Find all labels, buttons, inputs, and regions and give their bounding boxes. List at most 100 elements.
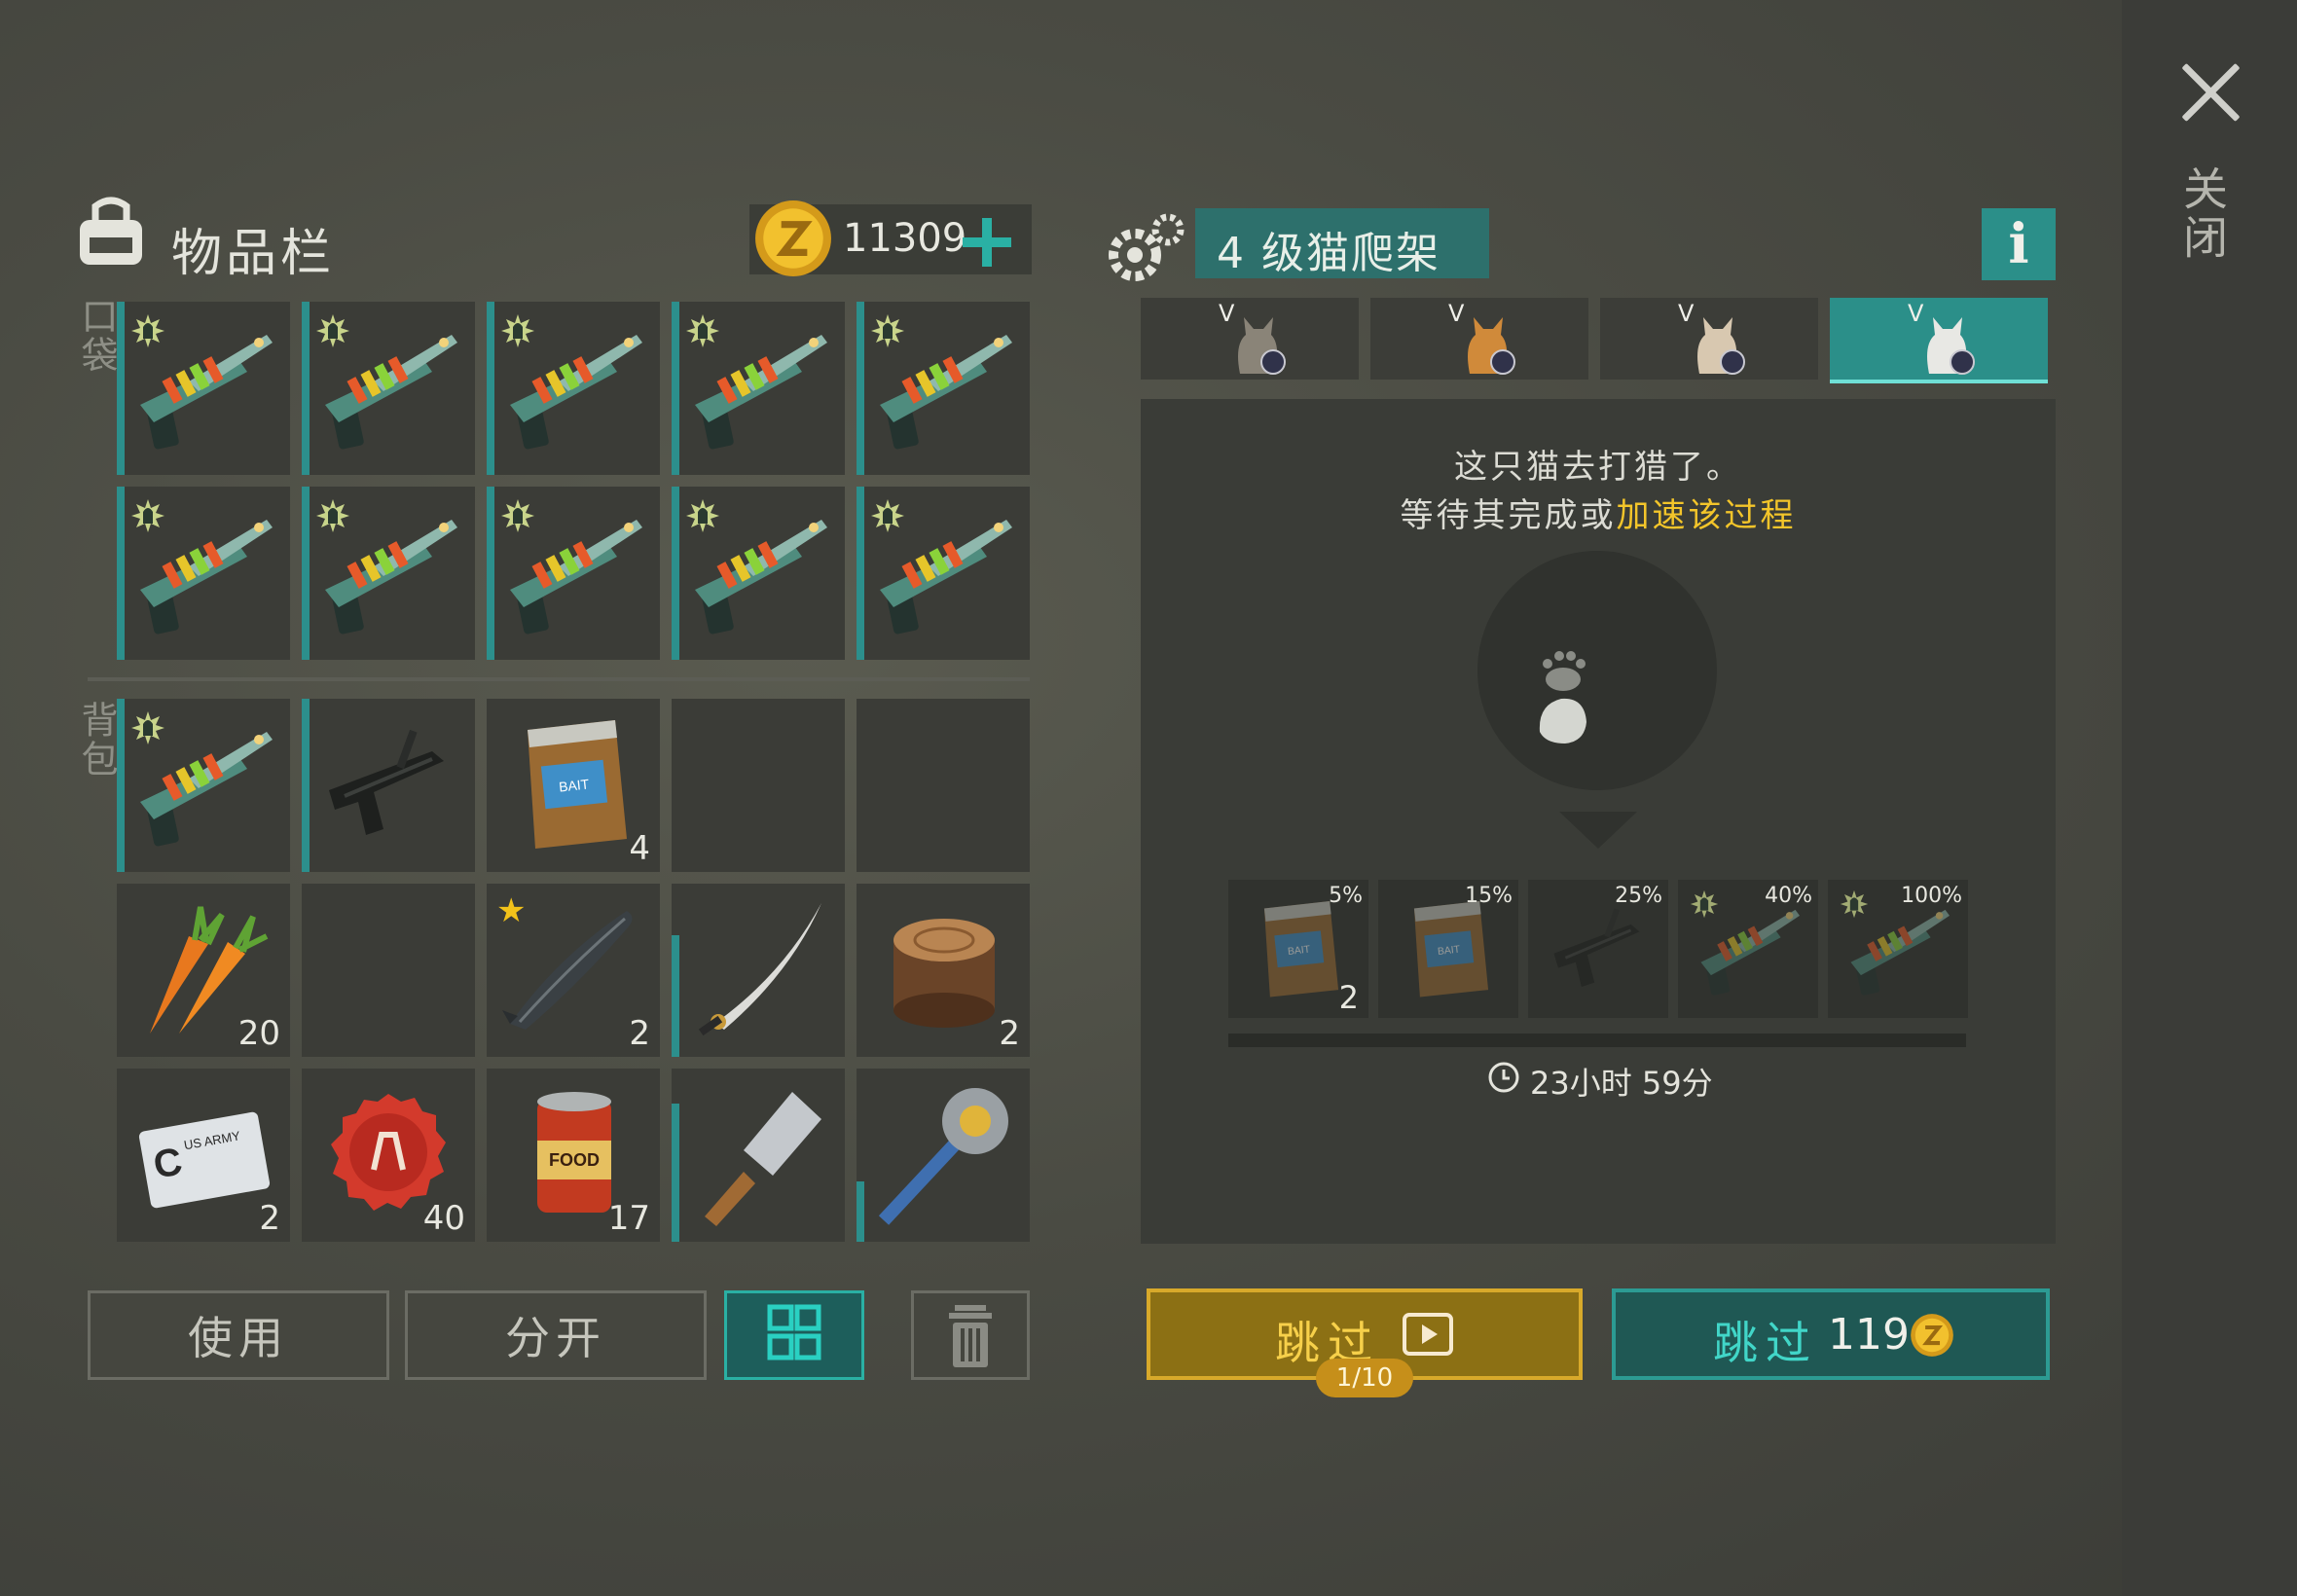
inventory-slot[interactable] (857, 699, 1030, 872)
durability-bar (487, 302, 494, 475)
inventory-slot[interactable] (302, 302, 475, 475)
item-count: 2 (629, 1014, 650, 1053)
item-count: 2 (259, 1199, 280, 1238)
hunt-indicator (1477, 551, 1717, 790)
durability-bar (117, 699, 125, 872)
inventory-slot[interactable]: 20 (117, 884, 290, 1057)
inventory-slot[interactable] (117, 487, 290, 660)
inventory-slot[interactable] (302, 699, 475, 872)
coin-count: 11309 (843, 216, 967, 261)
panel-title: 4 级猫爬架 (1217, 229, 1440, 278)
inventory-slot[interactable] (672, 699, 845, 872)
inventory-slot[interactable] (857, 302, 1030, 475)
cat-tab-3[interactable]: V (1600, 298, 1818, 380)
use-button[interactable]: 使用 (88, 1290, 389, 1380)
timer-text: 23小时 59分 (1530, 1065, 1713, 1102)
close-icon[interactable] (2176, 58, 2244, 127)
inventory-slot[interactable]: 2 (857, 884, 1030, 1057)
item-count: 20 (237, 1014, 280, 1053)
reward-chance: 40% (1765, 884, 1812, 908)
inventory-slot[interactable] (302, 884, 475, 1057)
inventory-slot[interactable] (117, 302, 290, 475)
inventory-slot[interactable] (857, 1069, 1030, 1242)
durability-bar (857, 302, 864, 475)
upgrade-badge-icon (871, 314, 904, 347)
katana-icon (698, 903, 821, 1036)
pointer-arrow (1559, 812, 1637, 849)
upgrade-badge-icon (316, 314, 349, 347)
durability-bar (672, 1103, 679, 1242)
backpack-icon (80, 197, 142, 265)
inventory-slot[interactable] (672, 1069, 845, 1242)
upgrade-badge-icon (131, 314, 164, 347)
cat-icon (1467, 316, 1515, 375)
gears-icon (1109, 213, 1185, 281)
reward-slot[interactable]: 15% (1378, 880, 1518, 1018)
inventory-slot[interactable] (672, 487, 845, 660)
uzi-icon (327, 727, 446, 837)
inventory-slot[interactable] (302, 487, 475, 660)
inventory-slot[interactable] (857, 487, 1030, 660)
inventory-slot[interactable]: 4 (487, 699, 660, 872)
upgrade-badge-icon (1690, 889, 1719, 919)
zed-coin-icon (1910, 1312, 1954, 1359)
upgrade-badge-icon (131, 711, 164, 744)
durability-bar (302, 699, 310, 872)
wait-text: 等待其完成或 (1400, 496, 1617, 535)
inventory-slot[interactable]: 2 (117, 1069, 290, 1242)
play-video-icon (1403, 1313, 1453, 1356)
army-card-icon (137, 1110, 272, 1210)
upgrade-badge-icon (686, 499, 719, 532)
skip-coin-cost: 119 (1828, 1310, 1910, 1360)
delete-button[interactable] (911, 1290, 1030, 1380)
ad-counter-badge: 1/10 (1316, 1359, 1413, 1397)
inventory-slot[interactable]: ★ 2 (487, 884, 660, 1057)
inventory-slot[interactable] (672, 302, 845, 475)
durability-bar (672, 487, 679, 660)
info-button[interactable]: i (1982, 208, 2056, 280)
cat-tab-4[interactable]: V (1830, 298, 2048, 383)
speed-up-link[interactable]: 加速该过程 (1617, 496, 1797, 535)
split-button[interactable]: 分开 (405, 1290, 707, 1380)
hunt-progress-bar (1228, 1034, 1966, 1047)
add-coins-button[interactable] (959, 214, 1015, 271)
item-count: 4 (629, 829, 650, 868)
inventory-title: 物品栏 (171, 225, 336, 283)
item-count: 2 (999, 1014, 1020, 1053)
paw-icon (1539, 651, 1586, 744)
uzi-icon (1551, 906, 1642, 989)
inventory-slot[interactable] (487, 487, 660, 660)
durability-bar (672, 935, 679, 1057)
inventory-slot[interactable] (487, 302, 660, 475)
reward-slot[interactable]: 100% (1828, 880, 1968, 1018)
close-label[interactable]: 关闭 (2176, 165, 2235, 263)
reward-slot[interactable]: 5% 2 (1228, 880, 1368, 1018)
inventory-slot[interactable] (117, 699, 290, 872)
reward-chance: 5% (1329, 884, 1363, 908)
cat-tab-1[interactable]: V (1141, 298, 1359, 380)
durability-bar (487, 487, 494, 660)
zed-coin-icon (753, 197, 833, 280)
durability-bar (117, 487, 125, 660)
inventory-slot[interactable]: 17 (487, 1069, 660, 1242)
inventory-slot[interactable] (672, 884, 845, 1057)
hunt-message: 这只猫去打猎了。 (1454, 448, 1742, 487)
upgrade-badge-icon (1840, 889, 1869, 919)
cat-icon (1237, 316, 1286, 375)
durability-bar (302, 487, 310, 660)
grid-icon (767, 1304, 821, 1360)
upgrade-badge-icon (686, 314, 719, 347)
inventory-slot[interactable]: 40 (302, 1069, 475, 1242)
bait-bag-icon (528, 720, 627, 849)
reward-slot[interactable]: 25% (1528, 880, 1668, 1018)
cat-tab-2[interactable]: V (1370, 298, 1588, 380)
sort-grid-button[interactable] (724, 1290, 864, 1380)
durability-bar (117, 302, 125, 475)
upgrade-badge-icon (316, 499, 349, 532)
pocket-label: 口袋 (75, 297, 118, 375)
backpack-label: 背包 (75, 701, 118, 779)
reward-slot[interactable]: 40% (1678, 880, 1818, 1018)
cleaver-icon (705, 1092, 821, 1226)
section-divider (88, 677, 1030, 681)
hunt-submessage: 等待其完成或加速该过程 (1141, 489, 2056, 536)
